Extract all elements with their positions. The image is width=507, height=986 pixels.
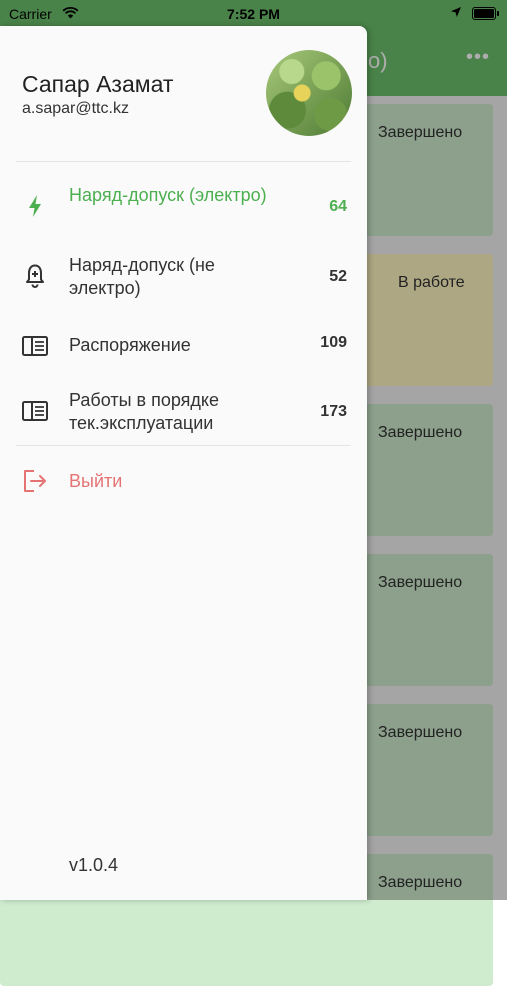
- logout-icon: [24, 470, 46, 492]
- menu-item-count: 109: [320, 334, 347, 351]
- menu-item-label: Работы в порядке тек.эксплуатации: [69, 390, 219, 433]
- menu-item-non-electro-permit[interactable]: Наряд-допуск (не электро) 52: [0, 246, 367, 306]
- status-bar: Carrier 7:52 PM: [0, 0, 507, 28]
- divider: [16, 445, 351, 446]
- navigation-drawer: Сапар Азамат a.sapar@ttc.kz Наряд-допуск…: [0, 26, 367, 900]
- menu-item-label: Наряд-допуск (не электро): [69, 255, 215, 298]
- clock: 7:52 PM: [227, 6, 280, 22]
- divider: [16, 161, 351, 162]
- logout-button[interactable]: Выйти: [0, 456, 367, 506]
- battery-icon: [472, 7, 499, 20]
- user-email: a.sapar@ttc.kz: [22, 100, 129, 117]
- user-name: Сапар Азамат: [22, 71, 174, 97]
- menu-item-electro-permit[interactable]: Наряд-допуск (электро) 64: [0, 176, 367, 236]
- book-icon: [22, 401, 48, 421]
- menu-item-order[interactable]: Распоряжение 109: [0, 326, 367, 366]
- lightning-icon: [29, 195, 41, 217]
- menu-item-count: 173: [320, 403, 347, 420]
- avatar[interactable]: [266, 50, 352, 136]
- logout-label: Выйти: [69, 471, 123, 491]
- menu-item-label: Распоряжение: [69, 335, 191, 355]
- book-icon: [22, 336, 48, 356]
- app-version: v1.0.4: [69, 855, 119, 875]
- menu-item-count: 64: [329, 198, 347, 215]
- menu-item-count: 52: [329, 268, 347, 285]
- bell-alert-icon: [26, 264, 44, 288]
- menu-item-maintenance-works[interactable]: Работы в порядке тек.эксплуатации 173: [0, 381, 367, 441]
- menu-item-label: Наряд-допуск (электро): [69, 185, 267, 205]
- location-arrow-icon: [451, 7, 461, 17]
